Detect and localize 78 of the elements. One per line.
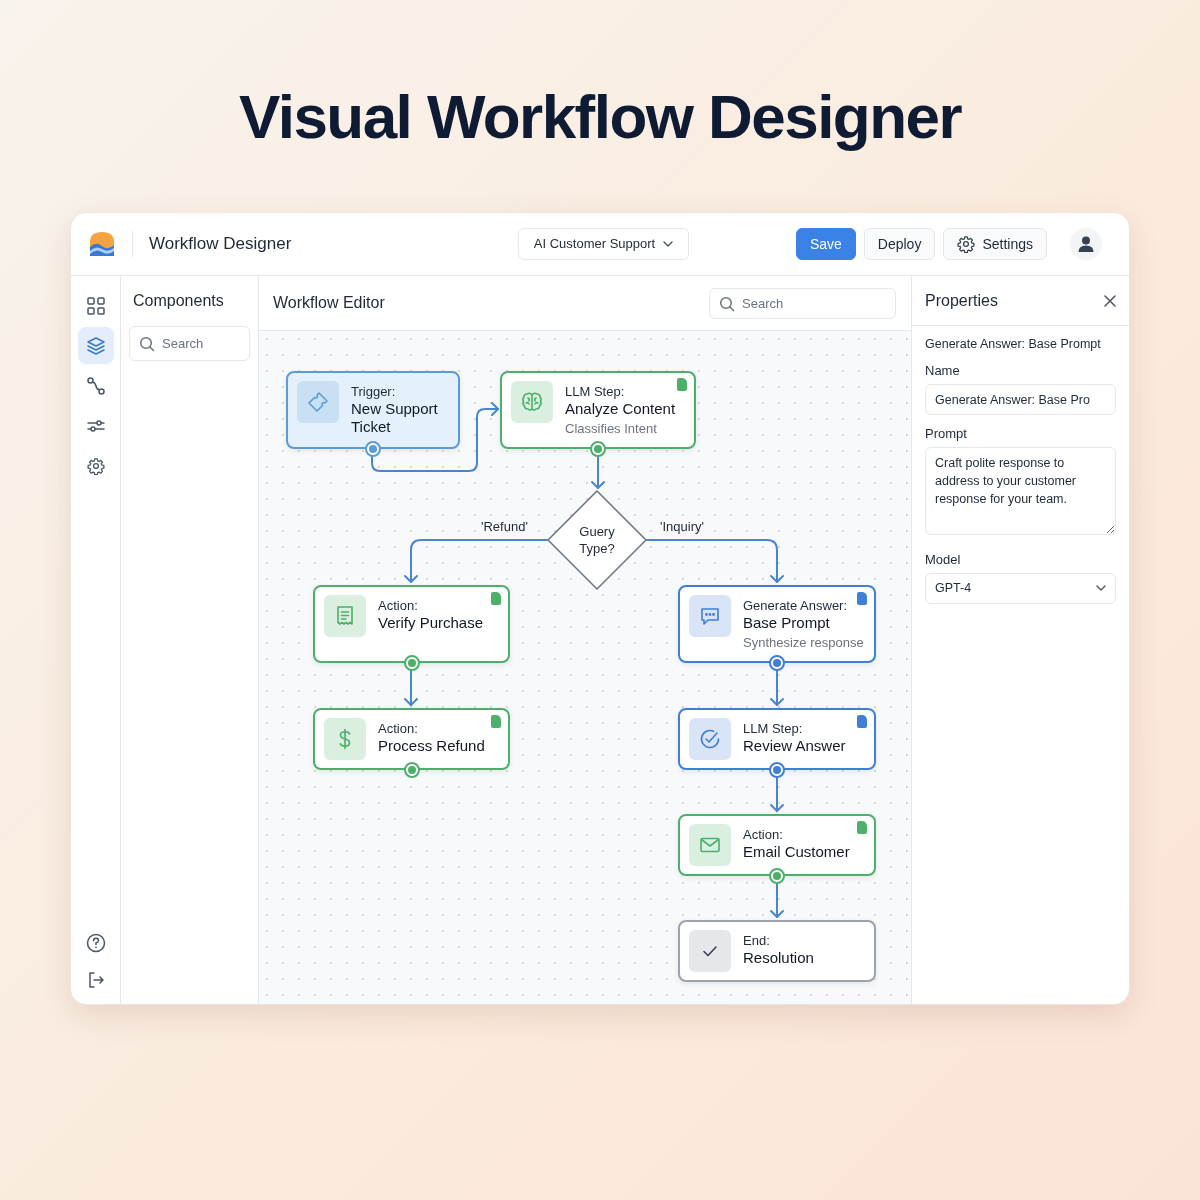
- node-title: Process Refund: [378, 737, 485, 755]
- panel-title: Components: [132, 291, 225, 311]
- search-field[interactable]: Search: [709, 287, 896, 319]
- branch-label: 'Refund': [481, 518, 528, 536]
- node-title: Verify Purchase: [378, 614, 484, 632]
- connection-icon[interactable]: [85, 375, 106, 396]
- connection-port[interactable]: [769, 868, 785, 884]
- mail-icon: [689, 824, 731, 866]
- node-subtitle: Synthesize response: [743, 634, 864, 652]
- prompt-field[interactable]: Craft polite response to address to your customer response for your team.: [925, 447, 1116, 535]
- settings-icon[interactable]: [86, 456, 105, 475]
- workflow-node[interactable]: Generate Answer: Base Prompt Synthesize response: [678, 585, 876, 663]
- node-title: Resolution: [743, 949, 814, 967]
- app-title: Workflow Designer: [149, 233, 292, 256]
- close-icon[interactable]: [1104, 294, 1116, 307]
- connection-port[interactable]: [769, 655, 785, 671]
- connector-arrow: [404, 669, 418, 706]
- model-dropdown[interactable]: GPT-4: [925, 572, 1116, 604]
- search-icon: [719, 295, 735, 312]
- connection-port[interactable]: [590, 441, 606, 457]
- settings-icon: [957, 235, 976, 253]
- decision-node[interactable]: Guery Type?: [547, 490, 647, 590]
- node-subtitle: Classifies Intent: [565, 420, 658, 438]
- connection-port[interactable]: [365, 441, 381, 457]
- connector-arrow: [591, 455, 605, 489]
- workflow-node[interactable]: Action: Email Customer: [678, 814, 876, 876]
- ticket-icon: [297, 381, 339, 423]
- brain-icon: [511, 381, 553, 423]
- search-field[interactable]: Search: [129, 326, 250, 361]
- page-headline: Visual Workflow Designer: [238, 81, 963, 153]
- panel-title: Properties: [925, 290, 998, 311]
- node-title: Base Prompt: [743, 614, 831, 632]
- connector-arrow: [770, 881, 784, 918]
- project-dropdown[interactable]: AI Customer Support: [518, 228, 689, 260]
- node-type-label: LLM Step:: [565, 384, 626, 400]
- node-title: Email Customer: [743, 843, 850, 861]
- connector-arrow: [770, 669, 784, 706]
- editor-title: Workflow Editor: [273, 293, 385, 313]
- node-type-label: Action:: [378, 721, 419, 737]
- logout-icon[interactable]: [86, 971, 105, 989]
- layers-icon[interactable]: [85, 335, 106, 356]
- app-logo: [88, 230, 116, 258]
- node-type-label: Generate Answer:: [743, 598, 849, 614]
- save-button[interactable]: Save: [795, 228, 856, 260]
- workflow-node[interactable]: LLM Step: Review Answer: [678, 708, 876, 770]
- field-label: Name: [925, 363, 961, 379]
- field-label: Prompt: [925, 426, 968, 442]
- dollar-icon: [324, 718, 366, 760]
- node-type-label: End:: [743, 933, 771, 949]
- node-title: New Support Ticket: [351, 400, 439, 436]
- selected-node-name: Generate Answer: Base Prompt: [925, 336, 1102, 352]
- chat-icon: [689, 595, 731, 637]
- workflow-node[interactable]: Trigger: New Support Ticket: [286, 371, 460, 449]
- node-type-label: LLM Step:: [743, 721, 804, 737]
- field-label: Model: [925, 551, 962, 568]
- node-title: Analyze Content: [565, 400, 676, 418]
- workflow-node[interactable]: LLM Step: Analyze Content Classifies Intent: [500, 371, 696, 449]
- node-type-label: Trigger:: [351, 384, 397, 400]
- connector-arrow: [770, 775, 784, 812]
- receipt-icon: [324, 595, 366, 637]
- name-field[interactable]: Generate Answer: Base Pro: [925, 384, 1116, 415]
- help-icon[interactable]: [85, 933, 106, 953]
- chevron-down-icon: [663, 241, 674, 247]
- workflow-node[interactable]: Action: Verify Purchase: [313, 585, 510, 663]
- connection-port[interactable]: [769, 762, 785, 778]
- search-icon: [139, 336, 155, 352]
- settings-button[interactable]: Settings: [943, 228, 1047, 260]
- chevron-down-icon: [1096, 585, 1106, 591]
- grid-icon[interactable]: [85, 295, 106, 316]
- branch-label: 'Inquiry': [660, 518, 704, 536]
- check-icon: [689, 930, 731, 972]
- user-avatar[interactable]: [1070, 228, 1102, 260]
- workflow-node[interactable]: Action: Process Refund: [313, 708, 510, 770]
- workflow-node[interactable]: End: Resolution: [678, 920, 876, 982]
- node-type-label: Action:: [743, 827, 784, 843]
- node-title: Review Answer: [743, 737, 846, 755]
- deploy-button[interactable]: Deploy: [863, 228, 936, 260]
- node-type-label: Action:: [378, 598, 419, 614]
